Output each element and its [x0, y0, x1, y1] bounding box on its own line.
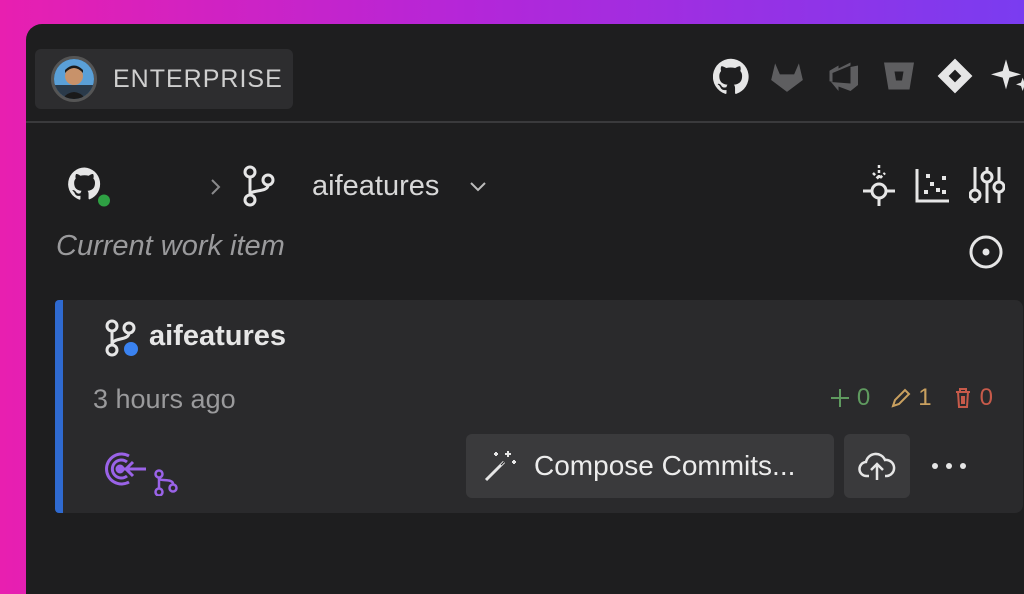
stat-deleted: 0 — [952, 384, 993, 412]
stat-modified: 1 — [890, 384, 932, 412]
deleted-count: 0 — [979, 384, 993, 411]
avatar — [51, 56, 97, 102]
target-icon[interactable] — [966, 232, 1006, 272]
chevron-down-icon[interactable] — [468, 177, 488, 195]
jira-icon[interactable] — [934, 55, 976, 97]
app-window: ENTERPRISE aifeatures Current work item … — [26, 24, 1024, 594]
branches-compare-icon[interactable] — [966, 162, 1008, 208]
fetch-icon[interactable] — [858, 162, 900, 208]
breadcrumb-chevron-icon — [204, 176, 226, 198]
push-button[interactable] — [844, 434, 910, 498]
modified-count: 1 — [918, 384, 932, 411]
card-timestamp: 3 hours ago — [93, 384, 236, 414]
repo-status-dot — [98, 194, 110, 207]
ai-agent-icon — [105, 452, 146, 486]
section-heading: Current work item — [56, 230, 285, 262]
repo-row: aifeatures — [26, 162, 1024, 210]
work-item-card[interactable]: aifeatures 3 hours ago 0 1 0 Compose Com… — [55, 300, 1023, 513]
azure-devops-icon[interactable] — [822, 55, 864, 97]
cloud-upload-icon — [858, 452, 896, 480]
bitbucket-icon[interactable] — [878, 55, 920, 97]
repo-actions — [858, 162, 1020, 208]
branch-icon — [154, 469, 178, 497]
gitlab-icon[interactable] — [766, 55, 808, 97]
graph-icon[interactable] — [912, 162, 954, 208]
card-title: aifeatures — [149, 320, 287, 352]
magic-wand-icon — [484, 451, 516, 482]
agent-icons — [103, 450, 187, 497]
more-options-button[interactable] — [929, 450, 969, 482]
account-switcher[interactable]: ENTERPRISE — [35, 49, 293, 109]
github-icon[interactable] — [710, 55, 752, 97]
stat-added: 0 — [829, 384, 870, 412]
account-label: ENTERPRISE — [113, 64, 283, 93]
change-stats: 0 1 0 — [809, 384, 993, 412]
ai-sparkle-icon[interactable] — [990, 55, 1024, 97]
pencil-icon — [891, 388, 911, 408]
compose-commits-button[interactable]: Compose Commits... — [466, 434, 834, 498]
plus-icon — [830, 389, 849, 407]
trash-icon — [955, 388, 970, 408]
top-bar: ENTERPRISE — [26, 24, 1024, 123]
branch-icon — [103, 318, 141, 360]
branch-selector[interactable]: aifeatures — [312, 170, 439, 203]
added-count: 0 — [856, 384, 871, 411]
branch-icon — [241, 164, 277, 208]
provider-icons — [710, 55, 1024, 97]
github-repo-icon[interactable] — [66, 166, 112, 208]
ellipsis-icon — [932, 463, 966, 469]
compose-commits-label: Compose Commits... — [534, 450, 796, 481]
